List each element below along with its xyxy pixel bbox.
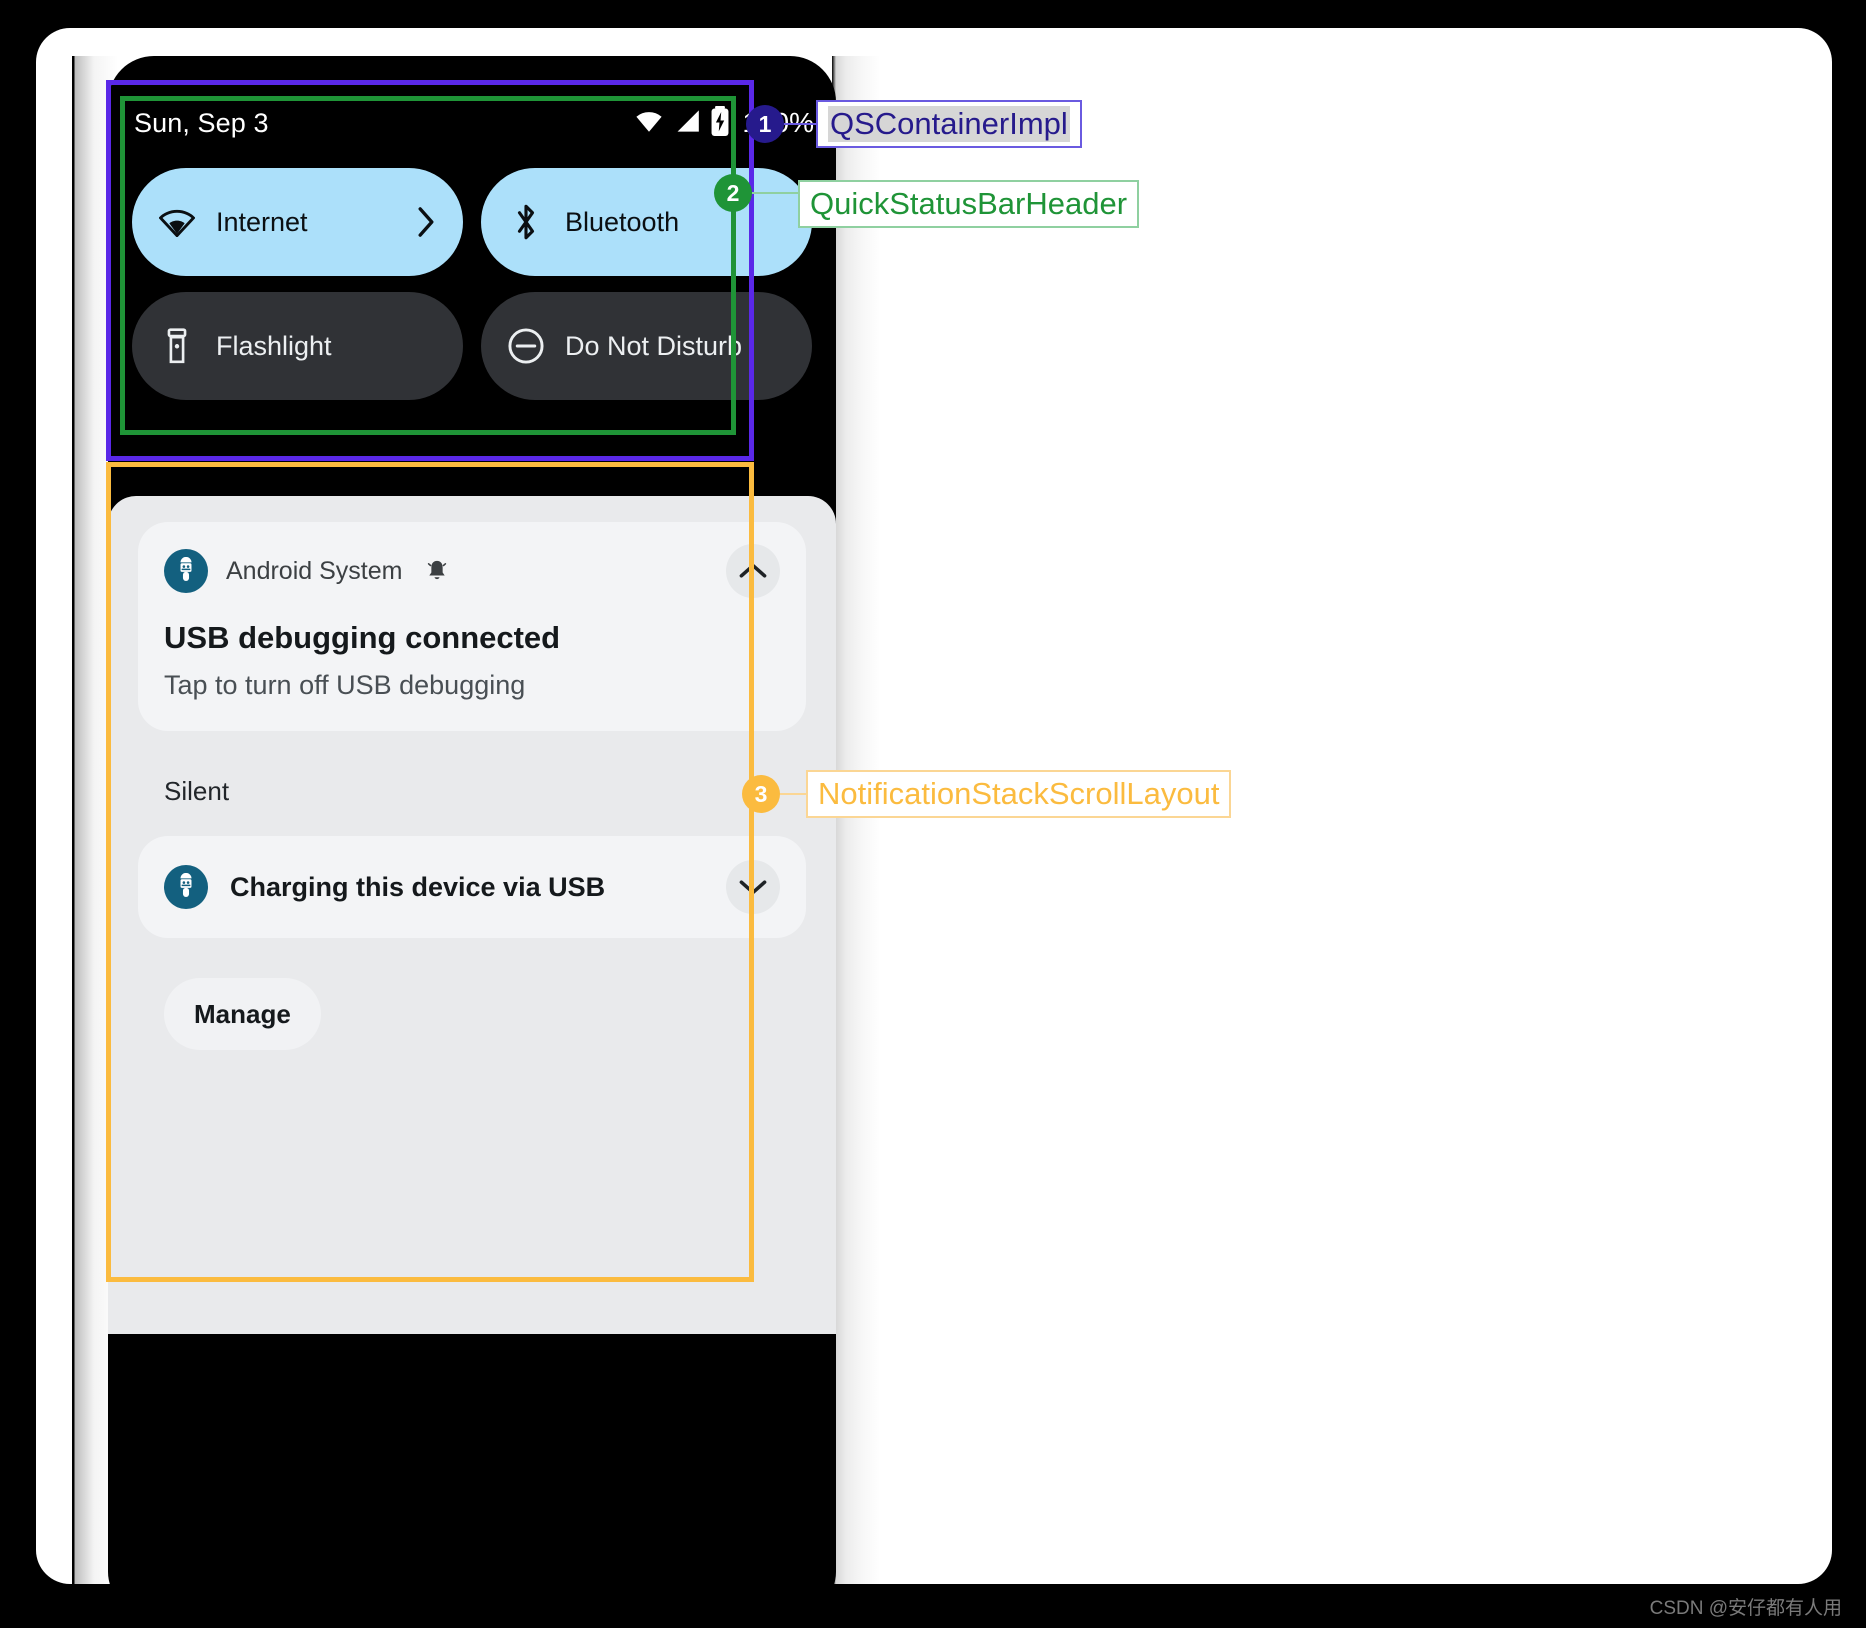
qs-tile-internet[interactable]: Internet [132, 168, 463, 276]
wifi-tile-icon [158, 203, 196, 241]
flashlight-icon [158, 327, 196, 365]
wifi-icon [634, 109, 664, 138]
figure-panel: Sun, Sep 3 Internet Bluetooth Flashlight… [36, 28, 1832, 1584]
android-system-icon [164, 549, 208, 593]
notification-title: USB debugging connected [164, 620, 561, 655]
notification-app-name: Android System [226, 556, 403, 585]
screenshot-root: Sun, Sep 3 Internet Bluetooth Flashlight… [0, 0, 1866, 1628]
qs-tile-label: Do Not Disturb [565, 330, 743, 361]
chevron-up-icon[interactable] [726, 544, 780, 598]
qs-tile-bluetooth[interactable]: Bluetooth [481, 168, 812, 276]
notification-charging-usb[interactable]: Charging this device via USB [138, 836, 806, 938]
annotation-label-quickstatusbarheader: QuickStatusBarHeader [798, 180, 1140, 228]
notification-body: Tap to turn off USB debugging [164, 670, 526, 700]
notification-usb-debugging[interactable]: Android System USB debugging connected T… [138, 522, 806, 731]
chevron-down-icon[interactable] [726, 860, 780, 914]
status-bar: Sun, Sep 3 [108, 100, 836, 146]
cell-signal-icon [674, 109, 700, 138]
annotation-label-notificationstackscrolllayout: NotificationStackScrollLayout [806, 770, 1232, 818]
qs-tile-label: Flashlight [216, 330, 332, 361]
battery-charging-icon [710, 105, 730, 141]
qs-tile-do-not-disturb[interactable]: Do Not Disturb [481, 292, 812, 400]
bell-icon [426, 559, 448, 583]
notification-shade: Android System USB debugging connected T… [108, 496, 836, 1334]
manage-button[interactable]: Manage [164, 978, 321, 1050]
device-screen: Sun, Sep 3 Internet Bluetooth Flashlight… [108, 56, 836, 1584]
do-not-disturb-icon [507, 327, 545, 365]
notification-header: Android System [164, 544, 780, 598]
annotation-leader-line [784, 123, 818, 125]
qs-tile-label: Bluetooth [565, 206, 680, 237]
notification-section-label: Silent [164, 776, 230, 806]
annotation-badge-3: 3 [742, 775, 780, 813]
annotation-label-qscontainerimpl: QSContainerImpl [816, 100, 1082, 148]
watermark: CSDN @安仔都有人用 [1649, 1598, 1842, 1619]
annotation-badge-2: 2 [714, 174, 752, 212]
bluetooth-icon [507, 203, 545, 241]
chevron-right-icon[interactable] [415, 206, 437, 238]
qs-tile-label: Internet [216, 206, 308, 237]
android-system-icon [164, 865, 208, 909]
device-bezel-right [832, 56, 880, 1584]
annotation-badge-1: 1 [746, 105, 784, 143]
status-bar-date: Sun, Sep 3 [134, 107, 269, 138]
annotation-leader-line [752, 192, 798, 194]
notification-title: Charging this device via USB [230, 871, 606, 902]
device-screenshot: Sun, Sep 3 Internet Bluetooth Flashlight… [72, 56, 880, 1584]
annotation-label-text: QSContainerImpl [828, 106, 1070, 142]
qs-tile-flashlight[interactable]: Flashlight [132, 292, 463, 400]
